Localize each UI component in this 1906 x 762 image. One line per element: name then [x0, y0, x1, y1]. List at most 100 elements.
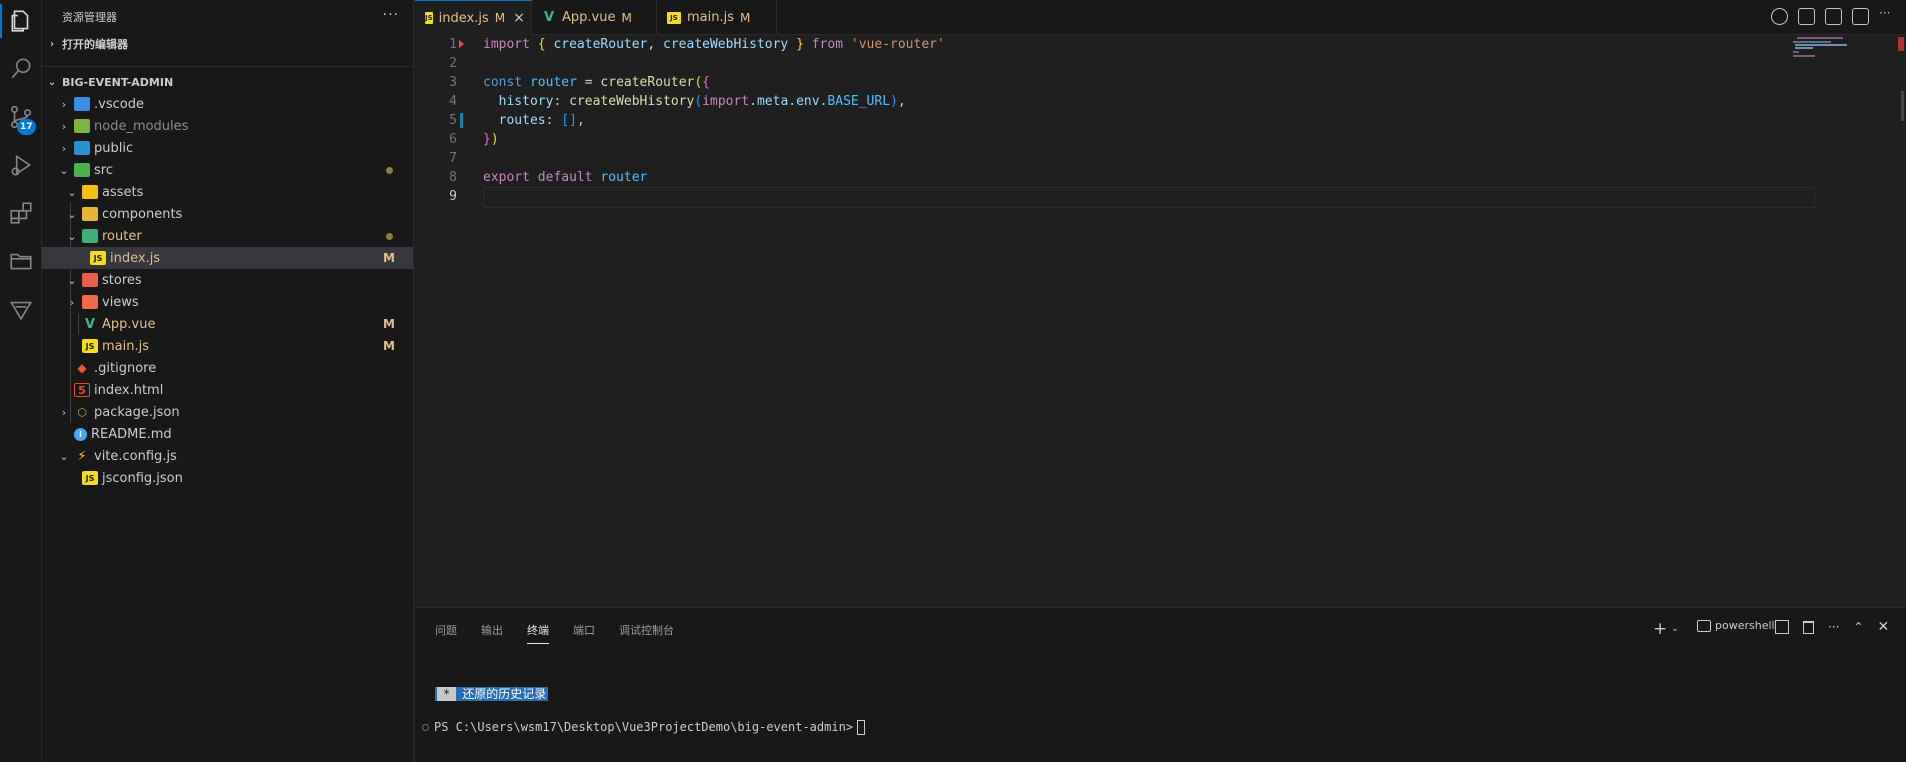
tree-item-assets[interactable]: ⌄ assets	[42, 181, 413, 203]
html-file-icon: 5	[74, 383, 90, 397]
tree-item-vite-config[interactable]: ⌄ ⚡ vite.config.js	[42, 445, 413, 467]
search-icon[interactable]	[0, 48, 42, 90]
close-panel-icon[interactable]: ✕	[1878, 619, 1890, 635]
tree-item-gitignore[interactable]: ◆ .gitignore	[42, 357, 413, 379]
tree-item-label: vite.config.js	[94, 448, 177, 464]
chevron-down-icon: ⌄	[47, 76, 57, 88]
code-line-9: 9	[415, 187, 1815, 208]
tab-debug-console[interactable]: 调试控制台	[619, 622, 674, 638]
tab-label: App.vue	[562, 10, 616, 25]
stores-folder-icon	[82, 273, 98, 287]
tree-item-label: assets	[102, 184, 144, 200]
tab-status: M	[740, 10, 751, 25]
run-debug-icon[interactable]	[0, 144, 42, 186]
chevron-right-icon: ›	[61, 141, 67, 155]
triangle-extension-icon[interactable]	[0, 288, 42, 330]
code-line-4: 4 history: createWebHistory(import.meta.…	[415, 92, 1775, 111]
tree-item-router[interactable]: ⌄ router	[42, 225, 413, 247]
terminal-shell-label: powershell	[1715, 619, 1775, 632]
project-section[interactable]: ⌄ BIG-EVENT-ADMIN	[42, 71, 413, 93]
line-number: 8	[449, 170, 457, 185]
tab-app-vue[interactable]: V App.vue M	[532, 0, 657, 35]
tree-item-package-json[interactable]: › ⬡ package.json	[42, 401, 413, 423]
tree-item-label: index.js	[110, 250, 161, 266]
code-text: history: createWebHistory(import.meta.en…	[483, 94, 906, 109]
tree-item-stores[interactable]: ⌄ stores	[42, 269, 413, 291]
split-editor-icon[interactable]	[1852, 8, 1869, 25]
tree-item-components[interactable]: ⌄ components	[42, 203, 413, 225]
compare-changes-icon[interactable]	[1798, 8, 1815, 25]
terminal-icon	[1697, 619, 1711, 632]
code-line-5: 5 routes: [],	[415, 111, 1775, 130]
tab-main-js[interactable]: JS main.js M	[657, 0, 777, 35]
minimap[interactable]	[1785, 35, 1885, 95]
code-text: export default router	[483, 170, 648, 185]
code-line-3: 3 const router = createRouter({	[415, 73, 1775, 92]
chevron-down-icon: ⌄	[67, 207, 77, 221]
close-icon[interactable]: ×	[513, 10, 525, 26]
terminal-prompt-line[interactable]: PS C:\Users\wsm17\Desktop\Vue3ProjectDem…	[422, 720, 866, 735]
explorer-icon[interactable]	[0, 0, 42, 42]
node-folder-icon	[74, 119, 90, 133]
timeline-icon[interactable]	[1771, 8, 1788, 25]
tab-output[interactable]: 输出	[481, 622, 503, 638]
tab-terminal[interactable]: 终端	[527, 622, 549, 644]
chevron-down-icon: ⌄	[67, 185, 77, 199]
source-control-icon[interactable]: 17	[0, 96, 42, 138]
tree-item-index-js[interactable]: JS index.js M	[42, 247, 413, 269]
tree-item-label: components	[102, 206, 183, 222]
line-number: 6	[449, 132, 457, 147]
tree-item-node-modules[interactable]: › node_modules	[42, 115, 413, 137]
tab-label: index.js	[438, 10, 489, 26]
trash-icon[interactable]	[1803, 620, 1814, 634]
tree-item-label: README.md	[91, 426, 172, 442]
new-terminal-button[interactable]: + ⌄	[1653, 619, 1679, 639]
tree-item-label: .vscode	[94, 96, 144, 112]
split-terminal-icon[interactable]	[1775, 620, 1789, 634]
code-editor[interactable]: 1 import { createRouter, createWebHistor…	[415, 35, 1906, 607]
open-changes-icon[interactable]	[1825, 8, 1842, 25]
tree-item-index-html[interactable]: 5 index.html	[42, 379, 413, 401]
chevron-right-icon: ›	[49, 38, 55, 50]
nodejs-file-icon: ⬡	[77, 405, 87, 419]
code-line-2: 2	[415, 54, 1775, 73]
chevron-right-icon: ›	[61, 97, 67, 111]
command-decoration-icon	[422, 724, 429, 731]
maximize-panel-icon[interactable]: ⌃	[1853, 620, 1863, 634]
more-actions-icon[interactable]: ···	[1828, 620, 1839, 634]
tab-problems[interactable]: 问题	[435, 622, 457, 638]
tree-item-public[interactable]: › public	[42, 137, 413, 159]
tree-item-main-js[interactable]: JS main.js M	[42, 335, 413, 357]
open-editors-section[interactable]: › 打开的编辑器	[42, 33, 413, 55]
code-text: })	[483, 132, 499, 147]
jsconfig-file-icon: JS	[82, 471, 98, 485]
more-actions-icon[interactable]: ···	[383, 7, 399, 23]
tab-ports[interactable]: 端口	[573, 622, 595, 638]
tree-item-views[interactable]: › views	[42, 291, 413, 313]
explorer-title: 资源管理器	[62, 10, 117, 24]
router-folder-icon	[82, 229, 98, 243]
tree-item-vscode[interactable]: › .vscode	[42, 93, 413, 115]
js-file-icon: JS	[667, 11, 681, 24]
tree-item-src[interactable]: ⌄ src	[42, 159, 413, 181]
chevron-down-icon: ⌄	[59, 449, 69, 463]
tree-item-app-vue[interactable]: V App.vue M	[42, 313, 413, 335]
editor-actions: ···	[1771, 7, 1896, 25]
file-tree: › .vscode › node_modules › public ⌄ src …	[42, 93, 413, 489]
tab-index-js[interactable]: JS index.js M ×	[415, 0, 532, 35]
tree-item-jsconfig[interactable]: JS jsconfig.json	[42, 467, 413, 489]
extensions-icon[interactable]	[0, 192, 42, 234]
tree-item-readme[interactable]: i README.md	[42, 423, 413, 445]
code-line-7: 7	[415, 149, 1775, 168]
terminal-prompt: PS C:\Users\wsm17\Desktop\Vue3ProjectDem…	[434, 720, 854, 734]
modified-gutter-indicator	[460, 113, 463, 128]
folder-icon[interactable]	[0, 240, 42, 282]
chevron-down-icon: ⌄	[67, 229, 77, 243]
line-number: 2	[449, 56, 457, 71]
breakpoint-arrow-icon	[459, 40, 464, 48]
tree-item-label: .gitignore	[94, 360, 157, 376]
scrollbar-error-marker	[1898, 37, 1904, 51]
more-actions-icon[interactable]: ···	[1879, 7, 1896, 25]
terminal-instance[interactable]: powershell	[1697, 619, 1775, 632]
tree-item-label: App.vue	[102, 316, 156, 332]
